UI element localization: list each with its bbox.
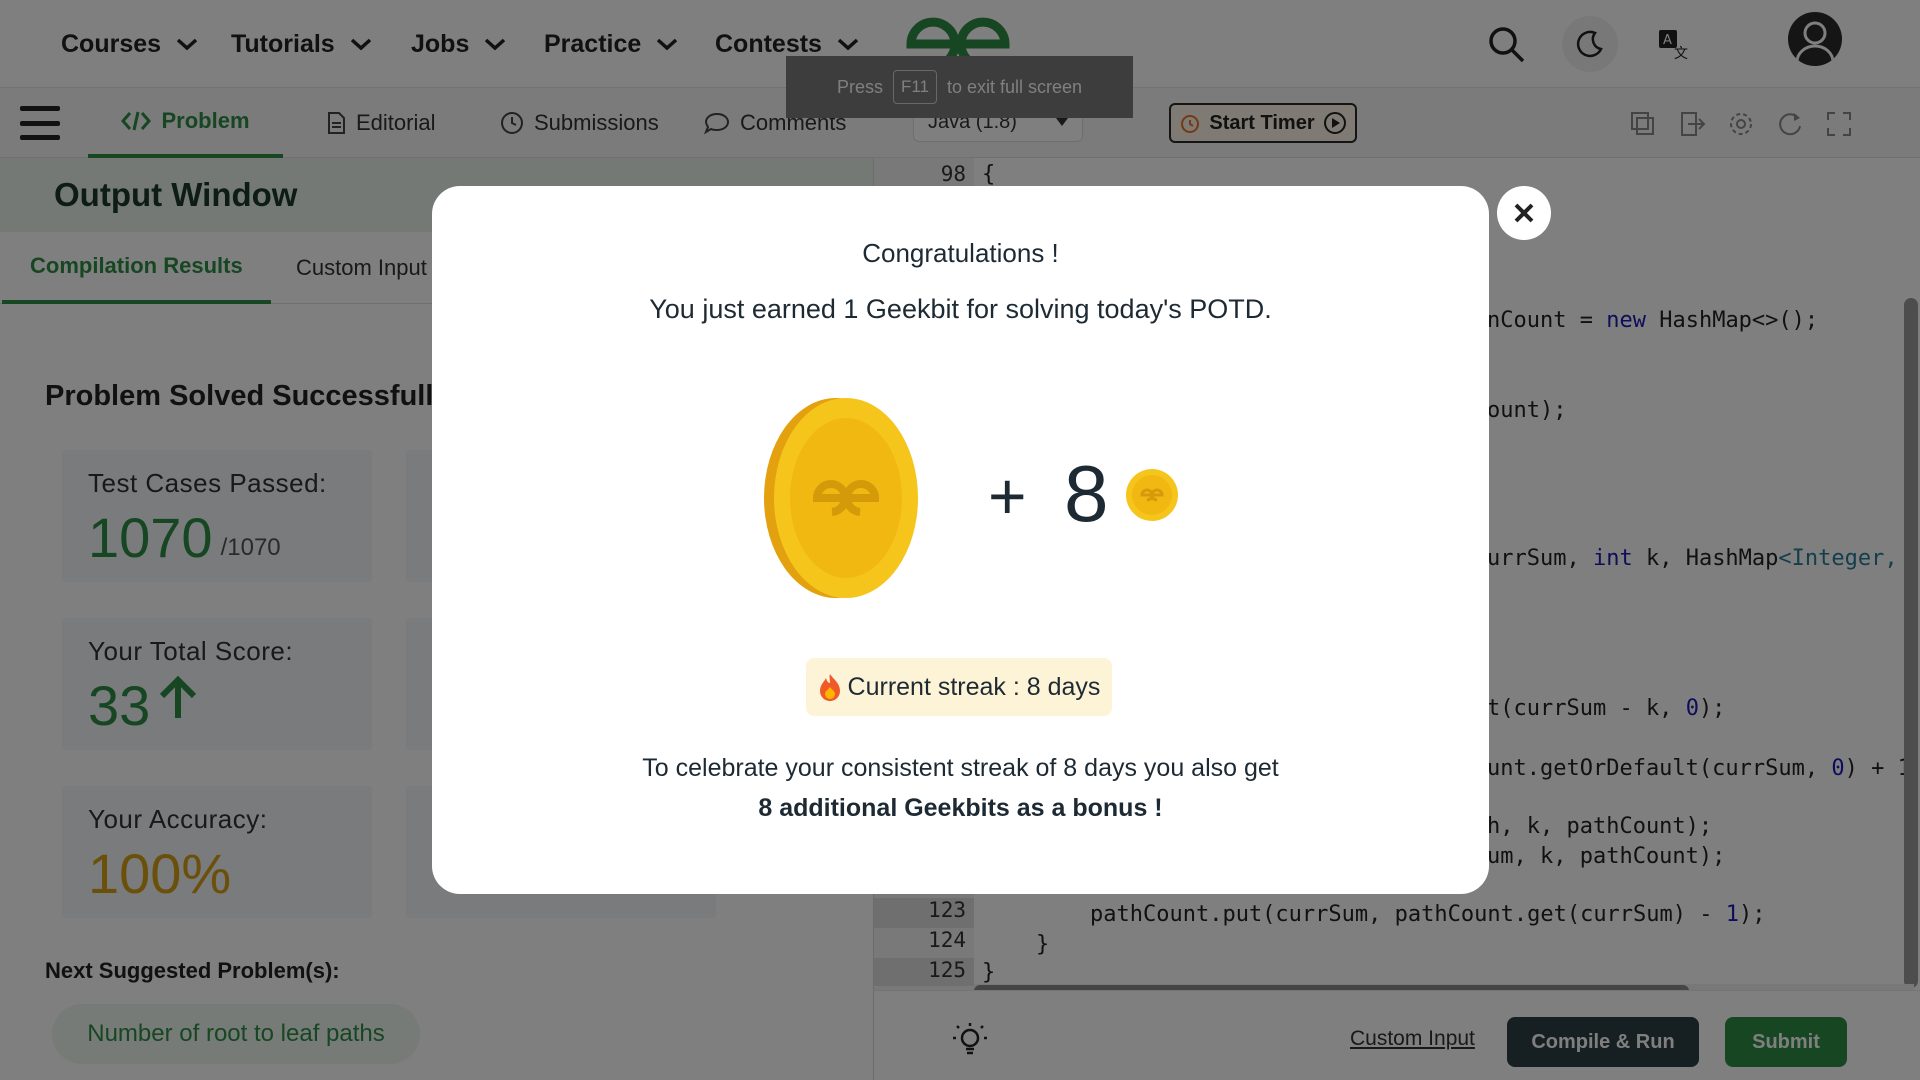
streak-badge: Current streak : 8 days [806,658,1112,716]
close-modal-button[interactable] [1497,186,1551,240]
plus-sign: + [988,459,1027,533]
bonus-count: 8 [1064,449,1109,538]
modal-body-line2: 8 additional Geekbits as a bonus ! [758,794,1163,822]
geekbit-reward-modal: Congratulations ! You just earned 1 Geek… [432,186,1489,894]
modal-body-line1: To celebrate your consistent streak of 8… [642,754,1279,782]
close-icon [1514,203,1534,223]
gold-coin-icon [764,398,918,598]
streak-text: Current streak : 8 days [847,672,1101,701]
modal-body: To celebrate your consistent streak of 8… [432,748,1489,828]
geekbit-coin-icon [1126,469,1178,521]
fire-icon [819,674,840,701]
modal-subtitle: You just earned 1 Geekbit for solving to… [649,294,1272,324]
modal-title: Congratulations ! [862,238,1059,268]
